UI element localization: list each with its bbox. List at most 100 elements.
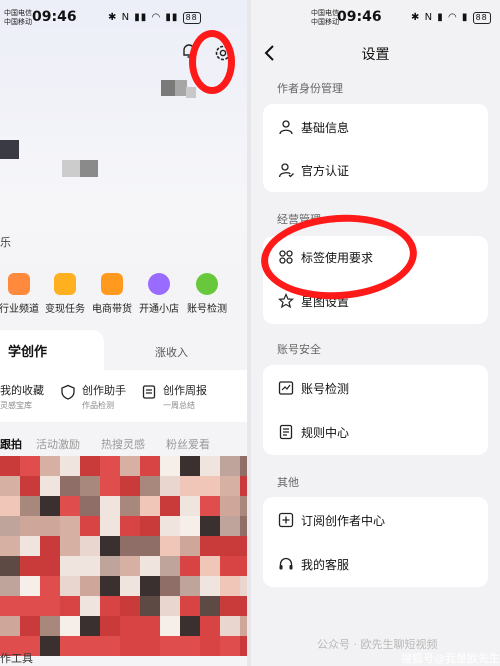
mosaic-cell: [20, 556, 40, 576]
row-subscribe-creator-center[interactable]: 订阅创作者中心: [263, 499, 488, 541]
mosaic-cell: [200, 556, 220, 576]
mosaic-cell: [120, 496, 140, 516]
row-my-customer-service[interactable]: 我的客服: [263, 543, 488, 585]
mosaic-cell: [40, 456, 60, 476]
mosaic-cell: [80, 476, 100, 496]
mosaic-cell: [160, 576, 180, 596]
mosaic-cell: [60, 556, 80, 576]
mosaic-cell: [0, 556, 20, 576]
pixelated-thumbnails[interactable]: [0, 456, 247, 656]
mosaic-cell: [40, 516, 60, 536]
mosaic-cell: [180, 496, 200, 516]
mosaic-cell: [100, 556, 120, 576]
mosaic-cell: [80, 536, 100, 556]
account-check-icon: [196, 273, 218, 295]
signal-icon: ▮▮: [134, 12, 148, 23]
feature-monetize-task[interactable]: 变现任务: [40, 273, 90, 315]
mosaic-cell: [180, 576, 200, 596]
carrier-2: 中国移动: [311, 18, 339, 26]
mosaic-cell: [40, 636, 60, 656]
mosaic-cell: [0, 616, 20, 636]
mosaic-cell: [100, 456, 120, 476]
mosaic-cell: [180, 516, 200, 536]
mosaic-cell: [120, 516, 140, 536]
mosaic-cell: [220, 636, 240, 656]
mosaic-cell: [100, 476, 120, 496]
category-tab[interactable]: 粉丝爱看: [166, 436, 210, 452]
mosaic-cell: [200, 476, 220, 496]
mosaic-cell: [200, 596, 220, 616]
industry-channel-icon: [8, 273, 30, 295]
cut-off-label: 乐: [0, 236, 11, 249]
mosaic-cell: [40, 596, 60, 616]
row-basic-info[interactable]: 基础信息: [263, 106, 488, 148]
mosaic-cell: [0, 536, 20, 556]
nfc-icon: N: [121, 12, 131, 23]
mosaic-cell: [240, 596, 247, 616]
row-account-check[interactable]: 账号检测: [263, 367, 488, 409]
mosaic-cell: [240, 556, 247, 576]
mosaic-cell: [40, 536, 60, 556]
report-icon: [142, 385, 156, 399]
signal-icon-2: ▮▮: [165, 12, 179, 23]
section-header-security: 账号安全: [277, 343, 321, 356]
mosaic-cell: [20, 576, 40, 596]
tab-increase-income[interactable]: 涨收入: [155, 344, 188, 360]
signal-icon: ▮: [437, 12, 444, 23]
feature-account-check[interactable]: 账号检测: [182, 273, 232, 315]
category-tab[interactable]: 热搜灵感: [101, 436, 145, 452]
category-tab[interactable]: 跟拍: [0, 436, 22, 452]
plus-square-icon: [278, 512, 294, 528]
row-rules-center[interactable]: 规则中心: [263, 411, 488, 453]
feature-industry-channel[interactable]: 行业频道: [0, 273, 44, 315]
tool-weekly-report[interactable]: 创作周报 一周总结: [142, 382, 207, 411]
tool-title: 创作周报: [163, 384, 207, 397]
mosaic-cell: [80, 576, 100, 596]
battery-icon: 88: [472, 12, 491, 24]
tool-title: 我的收藏: [0, 384, 44, 397]
tool-creation-assistant[interactable]: 创作助手 作品检测: [61, 382, 126, 411]
mosaic-cell: [220, 456, 240, 476]
mosaic-cell: [240, 616, 247, 636]
mosaic-cell: [0, 576, 20, 596]
mosaic-cell: [80, 616, 100, 636]
status-icons: ✱ N ▮ ◠ ▮ 88: [411, 12, 491, 24]
mosaic-cell: [20, 476, 40, 496]
row-official-verification[interactable]: 官方认证: [263, 149, 488, 191]
mosaic-cell: [140, 636, 160, 656]
mosaic-cell: [20, 616, 40, 636]
mosaic-cell: [120, 576, 140, 596]
mosaic-cell: [80, 456, 100, 476]
tool-my-favorites[interactable]: 我的收藏 灵感宝库: [0, 382, 44, 411]
mosaic-cell: [180, 596, 200, 616]
mosaic-cell: [60, 516, 80, 536]
mosaic-cell: [140, 536, 160, 556]
mosaic-cell: [120, 456, 140, 476]
mosaic-cell: [160, 476, 180, 496]
mosaic-cell: [180, 536, 200, 556]
mosaic-cell: [240, 516, 247, 536]
mosaic-cell: [60, 476, 80, 496]
pixelated-name: [0, 140, 19, 159]
mosaic-cell: [0, 516, 20, 536]
status-bar-left: 中国电信 中国移动 09:46 ✱ N ▮▮ ◠ ▮▮ 88: [0, 0, 247, 34]
bluetooth-icon: ✱: [108, 12, 118, 23]
feature-open-shop[interactable]: 开通小店: [134, 273, 184, 315]
carrier-2: 中国移动: [4, 18, 32, 26]
mosaic-cell: [220, 536, 240, 556]
annotation-circle-gear: [189, 30, 235, 94]
category-tab[interactable]: 活动激励: [36, 436, 80, 452]
mosaic-cell: [120, 636, 140, 656]
feature-ecommerce[interactable]: 电商带货: [87, 273, 137, 315]
mosaic-cell: [120, 536, 140, 556]
mosaic-cell: [140, 476, 160, 496]
mosaic-cell: [60, 616, 80, 636]
mosaic-cell: [140, 556, 160, 576]
settings-screen: 中国电信 中国移动 09:46 ✱ N ▮ ◠ ▮ 88 设置 作者身份管理 基…: [251, 0, 500, 666]
pixelated-avatar-part: [186, 87, 196, 98]
mosaic-cell: [240, 576, 247, 596]
mosaic-cell: [0, 496, 20, 516]
bluetooth-icon: ✱: [411, 12, 421, 23]
mosaic-cell: [100, 496, 120, 516]
tab-learn-creation[interactable]: 学创作: [0, 330, 104, 370]
